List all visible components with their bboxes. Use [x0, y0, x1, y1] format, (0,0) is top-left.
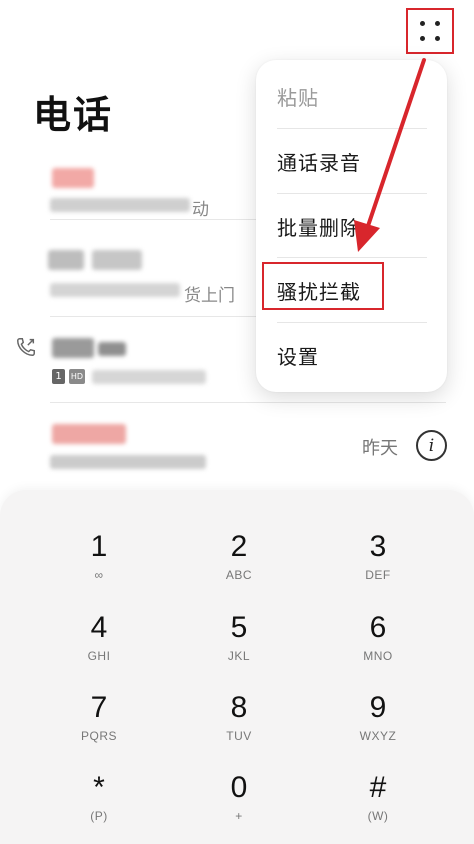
- more-dots-icon: [420, 21, 440, 41]
- menu-item-batch-delete[interactable]: 批量删除: [277, 194, 427, 258]
- dial-key-3[interactable]: 3 DEF: [323, 528, 433, 598]
- page-title: 电话: [33, 93, 114, 137]
- menu-item-settings[interactable]: 设置: [277, 323, 427, 387]
- hd-badge: HD: [69, 369, 85, 384]
- dial-key-6[interactable]: 6 MNO: [323, 609, 433, 679]
- sim-badge: 1: [52, 369, 65, 384]
- dial-key-4[interactable]: 4 GHI: [44, 609, 154, 679]
- menu-item-paste[interactable]: 粘贴: [277, 64, 427, 128]
- dial-key-5[interactable]: 5 JKL: [184, 609, 294, 679]
- call-time-label: 昨天: [362, 438, 398, 459]
- dial-key-1[interactable]: 1 ∞: [44, 528, 154, 598]
- dial-key-0[interactable]: 0 +: [184, 769, 294, 839]
- overflow-menu: 粘贴 通话录音 批量删除 骚扰拦截 设置: [256, 60, 447, 392]
- voicemail-icon: ∞: [94, 568, 104, 582]
- dial-key-9[interactable]: 9 WXYZ: [323, 689, 433, 759]
- divider: [50, 402, 446, 403]
- dial-key-7[interactable]: 7 PQRS: [44, 689, 154, 759]
- info-icon[interactable]: i: [416, 430, 447, 461]
- dial-key-8[interactable]: 8 TUV: [184, 689, 294, 759]
- dial-key-2[interactable]: 2 ABC: [184, 528, 294, 598]
- menu-item-call-recording[interactable]: 通话录音: [277, 129, 427, 193]
- contact-detail-text: 货上门: [184, 286, 235, 306]
- annotation-highlight-box: [262, 262, 384, 310]
- dial-key-hash[interactable]: # (W): [323, 769, 433, 839]
- more-options-button[interactable]: [406, 8, 454, 54]
- outgoing-call-icon: [17, 338, 35, 356]
- dialpad: 1 ∞ 2 ABC 3 DEF 4 GHI 5 JKL 6 MNO 7 PQRS…: [0, 490, 474, 844]
- contact-detail-text: 动: [192, 200, 209, 220]
- dial-key-star[interactable]: * (P): [44, 769, 154, 839]
